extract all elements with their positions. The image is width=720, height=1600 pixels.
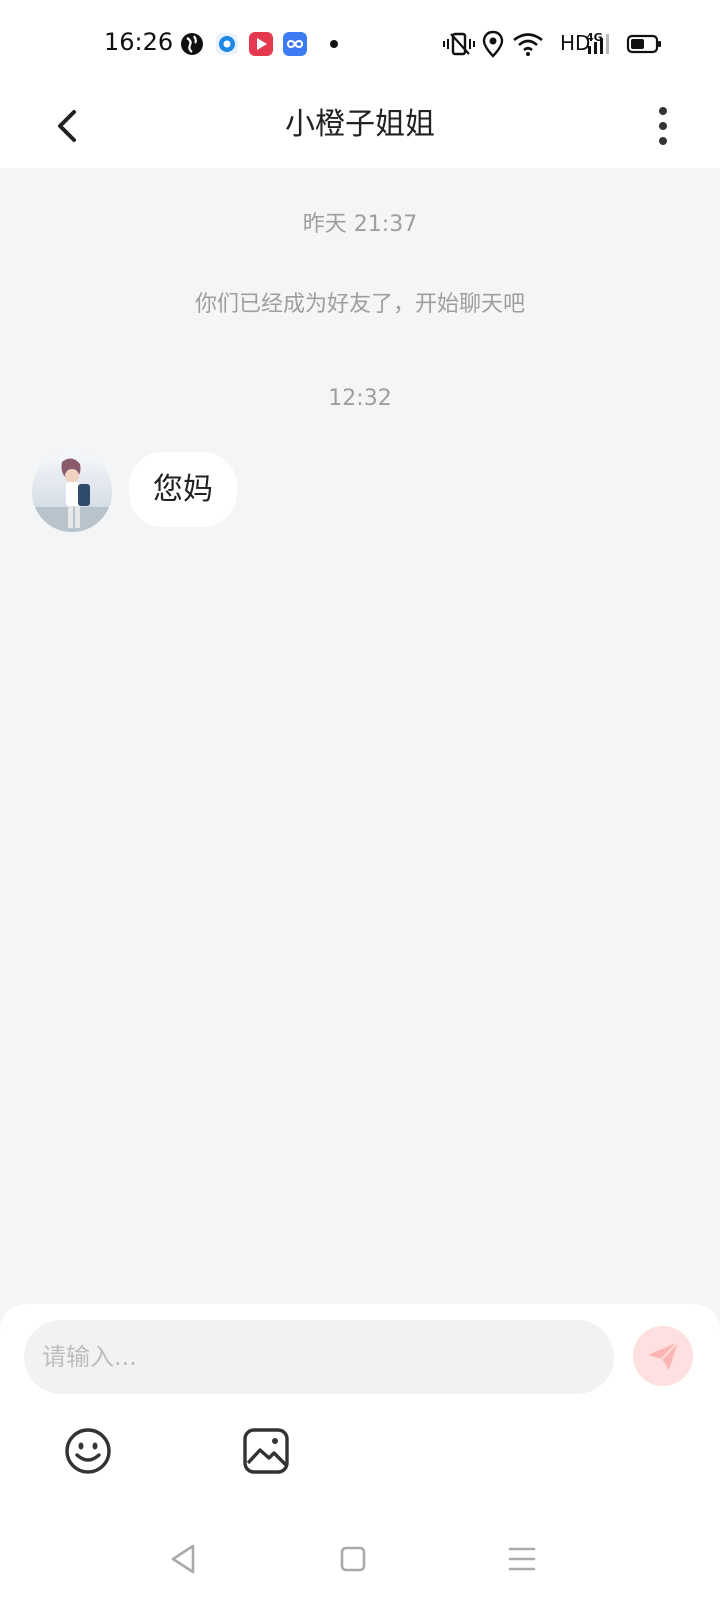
message-input[interactable] xyxy=(24,1320,614,1394)
timestamp: 12:32 xyxy=(328,386,392,411)
menu-lines-icon xyxy=(508,1547,536,1571)
emoji-icon xyxy=(65,1428,111,1474)
status-time: 16:26 xyxy=(104,28,174,56)
battery-icon xyxy=(626,34,661,54)
paper-plane-icon xyxy=(648,1341,679,1370)
back-triangle-icon xyxy=(171,1544,195,1574)
timestamp: 昨天 21:37 xyxy=(302,212,418,237)
more-options-button[interactable] xyxy=(650,100,702,152)
app-red-play-icon xyxy=(249,32,273,56)
message-bubble[interactable]: 您妈 xyxy=(129,452,237,527)
chat-title: 小橙子姐姐 xyxy=(285,107,435,142)
avatar-image xyxy=(32,452,112,532)
vibrate-icon xyxy=(443,32,475,56)
emoji-button[interactable] xyxy=(62,1425,114,1477)
wifi-icon xyxy=(513,33,543,56)
system-navigation-bar xyxy=(0,1520,720,1600)
avatar[interactable] xyxy=(32,452,112,532)
app-globe-icon xyxy=(181,33,203,55)
image-icon xyxy=(243,1428,289,1474)
system-message: 你们已经成为好友了，开始聊天吧 xyxy=(194,292,525,317)
chat-header: 小橙子姐姐 xyxy=(0,86,720,168)
signal-4g-icon: 4G xyxy=(586,31,609,54)
home-square-icon xyxy=(340,1546,366,1572)
app-blue-circle-icon xyxy=(216,33,238,55)
app-blue-infinity-icon xyxy=(283,32,307,56)
more-vertical-icon xyxy=(659,107,667,145)
nav-back-button[interactable] xyxy=(156,1532,210,1586)
nav-menu-button[interactable] xyxy=(495,1532,549,1586)
nav-home-button[interactable] xyxy=(326,1532,380,1586)
message-list[interactable]: 昨天 21:37 你们已经成为好友了，开始聊天吧 12:32 xyxy=(0,168,720,1304)
image-button[interactable] xyxy=(240,1425,292,1477)
status-bar: 16:26 HD 4G xyxy=(0,0,720,86)
location-icon xyxy=(482,30,504,58)
notification-dot-icon xyxy=(330,40,338,48)
send-button[interactable] xyxy=(633,1326,693,1386)
